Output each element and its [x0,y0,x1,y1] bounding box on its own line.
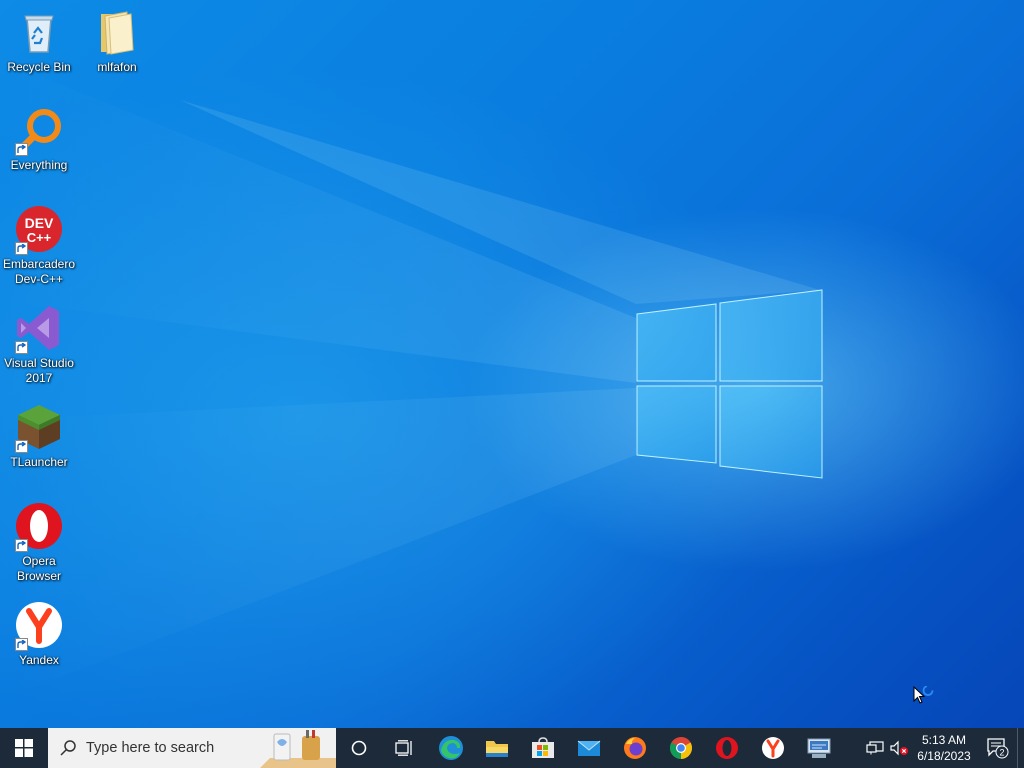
busy-cursor-icon [913,686,934,704]
file-explorer-icon [486,741,508,757]
task-view-icon [395,740,412,756]
search-highlight-illustration [260,730,336,768]
windows-logo-wallpaper [0,60,823,700]
desktop-icon-everything[interactable]: Everything [0,106,78,173]
show-desktop-button[interactable] [1017,728,1024,768]
desktop-icon-label: mlfafon [97,60,137,74]
desktop-icon-label: Opera Browser [16,554,61,583]
desktop-icon-devcpp[interactable]: DEV C++ Embarcadero Dev-C++ [0,205,78,287]
notifications-icon: 2 [987,738,1009,759]
desktop-icon-recycle-bin[interactable]: Recycle Bin [0,8,78,75]
desktop-icon-visual-studio[interactable]: Visual Studio 2017 [0,304,78,386]
chrome-icon [670,737,692,759]
action-center-button[interactable]: 2 [977,728,1017,768]
store-icon [532,737,554,758]
firefox-taskbar-button[interactable] [612,728,658,768]
file-explorer-taskbar-button[interactable] [474,728,520,768]
edge-icon [439,736,463,760]
devcpp-icon: DEV C++ [15,205,63,255]
network-app-taskbar-button[interactable] [796,728,842,768]
clock-time: 5:13 AM [921,733,967,747]
visual-studio-icon [15,304,63,354]
windows-logo-icon [15,739,33,757]
notification-count: 2 [999,748,1004,758]
shortcut-arrow-icon [15,143,28,156]
devcpp-logo-line1: DEV [25,215,54,231]
search-icon [60,740,76,756]
clock-date: 6/18/2023 [917,749,971,763]
shortcut-arrow-icon [15,341,28,354]
cortana-button[interactable] [336,728,382,768]
mail-icon [577,740,601,756]
clock[interactable]: 5:13 AM 6/18/2023 [911,732,977,764]
cortana-icon [351,740,367,756]
desktop-icon-label: Visual Studio 2017 [4,356,74,385]
recycle-bin-icon [15,8,63,56]
task-view-button[interactable] [382,728,428,768]
shortcut-arrow-icon [15,539,28,552]
search-placeholder: Type here to search [86,740,215,756]
tlauncher-grass-block-icon [15,403,63,453]
desktop-icon-mlfafon[interactable]: mlfafon [78,8,156,75]
shortcut-arrow-icon [15,638,28,651]
opera-taskbar-button[interactable] [704,728,750,768]
yandex-icon [762,737,784,759]
network-tray-button[interactable] [863,728,887,768]
opera-icon [716,737,738,759]
mail-taskbar-button[interactable] [566,728,612,768]
network-icon [866,741,884,755]
shortcut-arrow-icon [15,242,28,255]
volume-muted-icon [890,740,908,756]
system-tray: 5:13 AM 6/18/2023 2 [863,728,1024,768]
network-app-icon [807,738,831,758]
search-box[interactable]: Type here to search [48,728,336,768]
desktop-icon-opera[interactable]: Opera Browser [0,502,78,584]
desktop-icon-label: Yandex [19,653,59,667]
folder-icon [93,8,141,56]
firefox-icon [624,737,646,759]
desktop-icon-label: Embarcadero Dev-C++ [2,257,76,286]
chrome-taskbar-button[interactable] [658,728,704,768]
desktop-icon-label: Everything [10,158,68,172]
devcpp-logo-line2: C++ [27,230,52,245]
taskbar: Type here to search 5:13 AM 6/18/2023 2 [0,728,1024,768]
store-taskbar-button[interactable] [520,728,566,768]
desktop-icon-yandex[interactable]: Yandex [0,601,78,668]
volume-tray-button[interactable] [887,728,911,768]
shortcut-arrow-icon [15,440,28,453]
yandex-icon [15,601,63,651]
desktop-icon-tlauncher[interactable]: TLauncher [0,403,78,470]
everything-search-icon [15,106,63,156]
opera-icon [15,502,63,552]
desktop-wallpaper: Recycle Bin mlfafon Everything DEV C++ E… [0,0,1024,728]
edge-taskbar-button[interactable] [428,728,474,768]
yandex-taskbar-button[interactable] [750,728,796,768]
start-button[interactable] [0,728,48,768]
desktop-icon-label: TLauncher [10,455,68,469]
desktop-icon-label: Recycle Bin [7,60,71,74]
